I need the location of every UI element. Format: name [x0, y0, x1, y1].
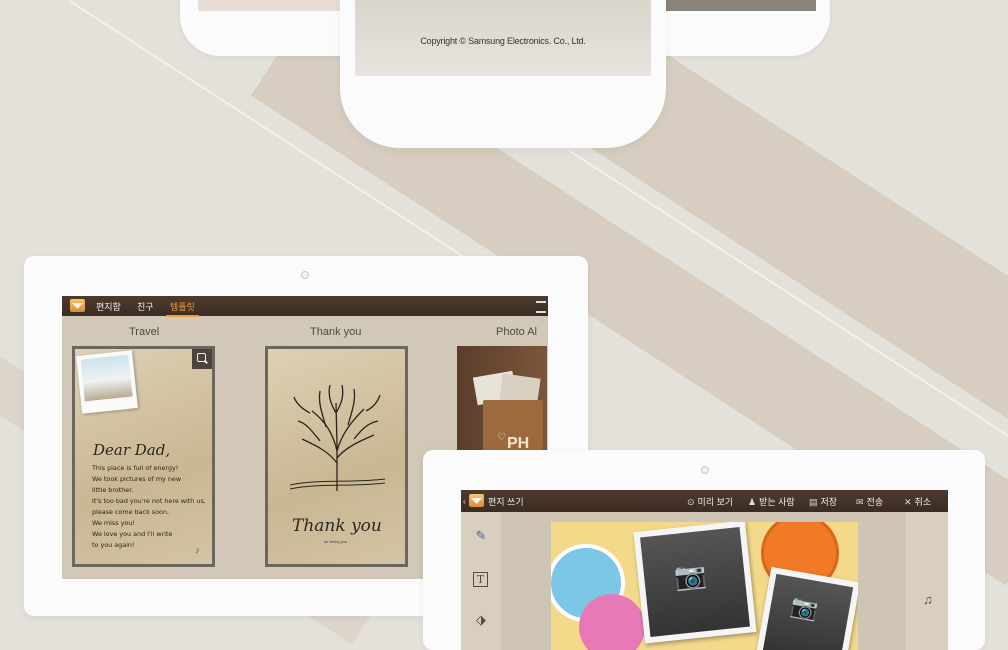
letter-line: little brother. [92, 486, 134, 494]
save-icon: ▤ [809, 497, 818, 507]
preview-label: 미리 보기 [697, 497, 734, 507]
cancel-button[interactable]: ✕ 취소 [904, 495, 931, 508]
letter-line: This place is full of energy! [92, 464, 179, 472]
travel-photo [76, 350, 138, 414]
front-camera [701, 466, 709, 474]
compose-screen: ‹ 편지 쓰기 ⊙ 미리 보기 ♟ 받는 사람 ▤ 저장 ✉ 전송 ✕ 취소 ✎ T ⬗ [461, 490, 948, 650]
template-card-thankyou[interactable]: Thank you for being you [265, 346, 408, 567]
music-note-icon: ♪ [195, 545, 200, 555]
text-icon[interactable]: T [473, 572, 488, 587]
letter-line: please come back soon. [92, 508, 170, 516]
column-title-thankyou: Thank you [310, 326, 362, 338]
compose-title: 편지 쓰기 [488, 497, 524, 507]
app-logo-icon [469, 494, 484, 507]
send-button[interactable]: ✉ 전송 [856, 495, 883, 508]
recipient-label: 받는 사람 [759, 497, 795, 507]
template-card-travel[interactable]: Dear Dad, This place is full of energy! … [72, 346, 215, 567]
brush-icon[interactable]: ✎ [473, 528, 489, 544]
tab-friends[interactable]: 친구 [137, 300, 154, 313]
tool-sidebar: ✎ T ⬗ [461, 512, 501, 650]
letter-canvas[interactable]: 📷 📷 [551, 522, 858, 650]
right-sidebar: ♫ [906, 512, 948, 650]
preview-icon: ⊙ [687, 497, 695, 507]
phone-screen: Copyright © Samsung Electronics. Co., Lt… [355, 0, 651, 76]
compose-app-bar: ‹ 편지 쓰기 ⊙ 미리 보기 ♟ 받는 사람 ▤ 저장 ✉ 전송 ✕ 취소 [461, 490, 948, 512]
letter-heading: Dear Dad, [93, 441, 171, 459]
camera-add-icon[interactable]: 📷 [789, 593, 820, 623]
copyright-text: Copyright © Samsung Electronics. Co., Lt… [420, 36, 586, 46]
tab-templates[interactable]: 템플릿 [166, 300, 199, 317]
letter-line: It's too bad you're not here with us, [92, 497, 206, 505]
thankyou-heading: Thank you [292, 516, 382, 536]
send-icon: ✉ [856, 497, 864, 507]
phone-left-screen [198, 0, 358, 11]
camera-add-icon[interactable]: 📷 [673, 559, 708, 593]
menu-icon[interactable] [536, 301, 546, 313]
front-camera [301, 271, 309, 279]
close-icon: ✕ [904, 497, 912, 507]
heart-icon: ♡ [497, 432, 506, 443]
music-icon[interactable]: ♫ [920, 592, 936, 608]
save-button[interactable]: ▤ 저장 [809, 495, 837, 508]
recipient-icon: ♟ [748, 497, 757, 507]
cancel-label: 취소 [914, 497, 932, 507]
phone-main: Copyright © Samsung Electronics. Co., Lt… [340, 0, 666, 148]
letter-line: to you again! [92, 541, 135, 549]
preview-button[interactable]: ⊙ 미리 보기 [687, 495, 733, 508]
letter-line: We miss you! [92, 519, 135, 527]
tree-illustration [290, 384, 385, 491]
eraser-icon[interactable]: ⬗ [473, 612, 489, 628]
column-title-travel: Travel [129, 326, 160, 338]
thankyou-subtext: for being you [324, 539, 348, 544]
template-card-photo-album[interactable]: ♡ PH [457, 346, 547, 460]
tablet-compose: ‹ 편지 쓰기 ⊙ 미리 보기 ♟ 받는 사람 ▤ 저장 ✉ 전송 ✕ 취소 ✎ T ⬗ [423, 450, 985, 650]
recipient-button[interactable]: ♟ 받는 사람 [748, 495, 795, 508]
zoom-preview-icon[interactable] [192, 349, 212, 369]
app-logo-icon [70, 299, 85, 312]
save-label: 저장 [820, 497, 838, 507]
letter-line: We love you and I'll write [92, 530, 173, 538]
photo-frame-2[interactable]: 📷 [755, 566, 858, 650]
back-arrow-icon[interactable]: ‹ [463, 497, 466, 506]
send-label: 전송 [866, 497, 884, 507]
letter-line: We took pictures of my new [92, 475, 182, 483]
app-bar: 편지함 친구 템플릿 [62, 296, 548, 317]
photo-frame-1[interactable]: 📷 [633, 522, 757, 644]
column-title-photo-album: Photo Al [496, 326, 537, 338]
sticker-button-pink[interactable] [579, 594, 645, 650]
tab-mailbox[interactable]: 편지함 [96, 300, 121, 313]
phone-right-screen [666, 0, 816, 11]
